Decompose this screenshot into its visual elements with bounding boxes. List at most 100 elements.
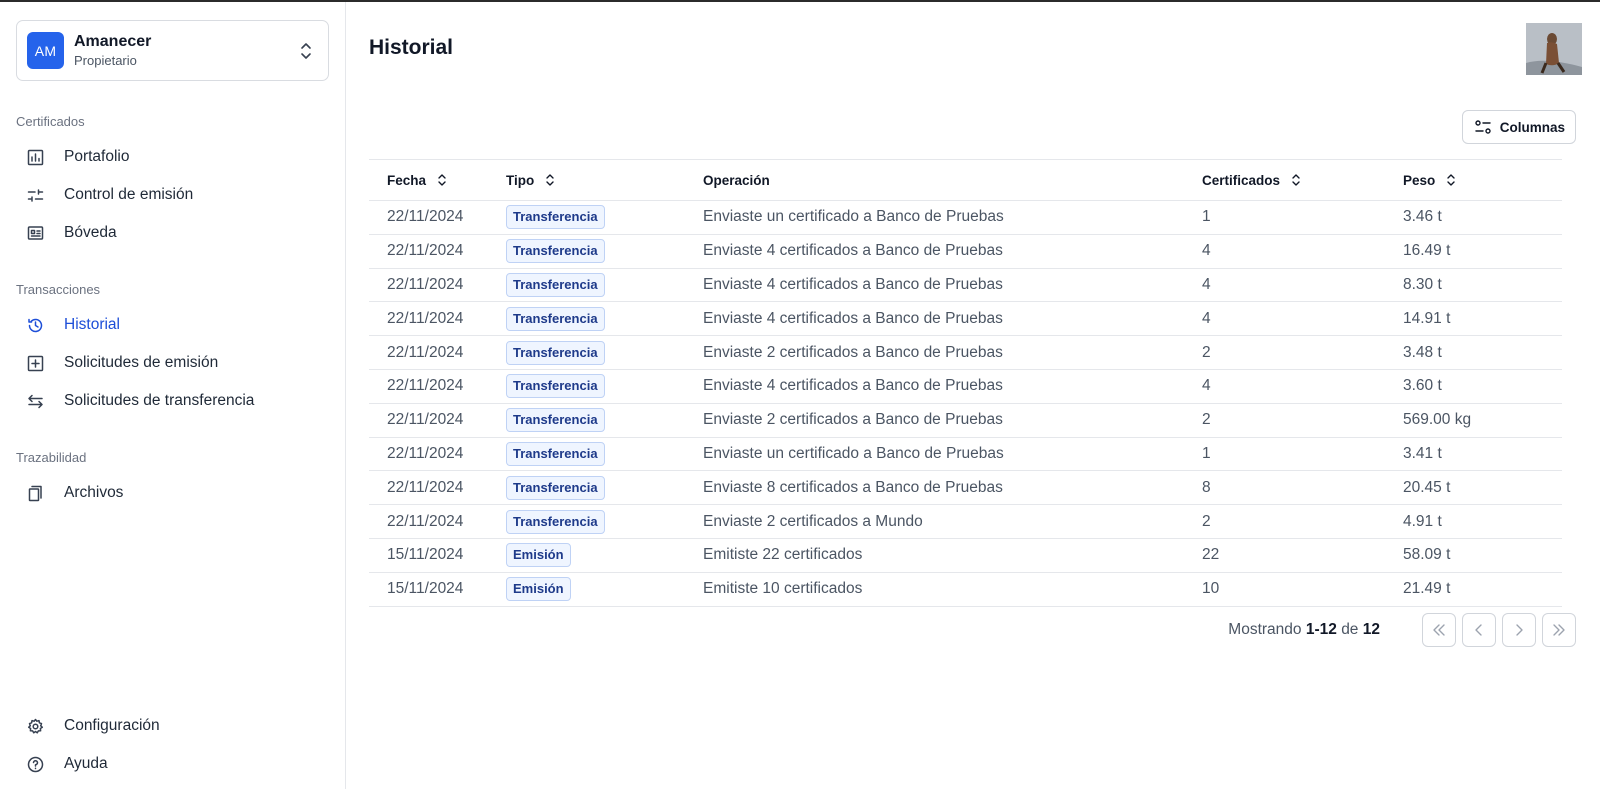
page-title: Historial (369, 36, 454, 59)
cell-certificados: 4 (1202, 377, 1211, 395)
cell-certificados: 4 (1202, 242, 1211, 260)
next-page-button[interactable] (1502, 613, 1536, 647)
last-page-button[interactable] (1542, 613, 1576, 647)
user-avatar[interactable] (1526, 23, 1582, 75)
sidebar-item-boveda[interactable]: Bóveda (16, 214, 329, 252)
type-badge: Transferencia (506, 441, 605, 466)
cell-certificados: 10 (1202, 580, 1220, 598)
cell-certificados: 1 (1202, 208, 1211, 226)
cell-tipo: Transferencia (506, 505, 703, 539)
cell-fecha: 15/11/2024 (387, 580, 464, 598)
cell-peso: 3.60 t (1403, 377, 1442, 395)
cell-fecha: 22/11/2024 (387, 343, 464, 361)
cell-tipo: Transferencia (506, 302, 703, 336)
sidebar-section-title: Transacciones (16, 282, 101, 297)
cell-certificados: 22 (1202, 546, 1220, 564)
cell-operacion: Enviaste 8 certificados a Banco de Prueb… (703, 478, 1003, 496)
cell-operacion: Enviaste 4 certificados a Banco de Prueb… (703, 377, 1003, 395)
type-badge: Emisión (506, 543, 571, 568)
cell-operacion: Enviaste 2 certificados a Banco de Prueb… (703, 411, 1003, 429)
cell-tipo: Emisión (506, 538, 703, 572)
cell-peso: 3.41 t (1403, 444, 1442, 462)
type-badge: Transferencia (506, 306, 605, 331)
sidebar-item-label: Configuración (64, 717, 160, 734)
cell-tipo: Transferencia (506, 268, 703, 302)
sidebar-item-label: Archivos (64, 484, 124, 501)
type-badge: Emisión (506, 577, 571, 602)
type-badge: Transferencia (506, 272, 605, 297)
nav-sections: Certificados Portafolio Control de emisión… (16, 114, 329, 512)
cell-operacion: Enviaste un certificado a Banco de Prueb… (703, 444, 1004, 462)
sidebar-item-archivos[interactable]: Archivos (16, 474, 329, 512)
sidebar-item-label: Control de emisión (64, 186, 194, 203)
sidebar-section-title: Trazabilidad (16, 450, 87, 465)
chevron-left-icon (1475, 624, 1483, 636)
cell-certificados: 2 (1202, 411, 1211, 429)
table-row[interactable]: 15/11/2024 Emisión Emitiste 22 certificado… (369, 538, 1562, 573)
cell-tipo: Transferencia (506, 336, 703, 370)
files-icon (26, 484, 44, 502)
sidebar-item-control-de-emision[interactable]: Control de emisión (16, 176, 329, 214)
cell-certificados: 2 (1202, 343, 1211, 361)
type-badge: Transferencia (506, 475, 605, 500)
table-row[interactable]: 22/11/2024 Transferencia Enviaste 4 certif… (369, 268, 1562, 302)
type-badge: Transferencia (506, 340, 605, 365)
plus-square-icon (26, 354, 44, 372)
header-tipo[interactable]: Tipo (506, 160, 703, 201)
sidebar-bottom: Configuración Ayuda (16, 707, 329, 783)
first-page-button[interactable] (1422, 613, 1456, 647)
sort-icon (545, 173, 555, 187)
sidebar-item-label: Ayuda (64, 755, 108, 772)
cell-certificados: 8 (1202, 478, 1211, 496)
sidebar-item-historial[interactable]: Historial (16, 306, 329, 344)
table-row[interactable]: 22/11/2024 Transferencia Enviaste 4 certif… (369, 302, 1562, 336)
table-row[interactable]: 22/11/2024 Transferencia Enviaste 4 certif… (369, 369, 1562, 404)
cell-fecha: 22/11/2024 (387, 377, 464, 395)
table-row[interactable]: 22/11/2024 Transferencia Enviaste 4 certif… (369, 234, 1562, 269)
cell-peso: 3.46 t (1403, 208, 1442, 226)
sidebar-item-configuracion[interactable]: Configuración (16, 707, 329, 745)
cell-fecha: 15/11/2024 (387, 546, 464, 564)
cell-operacion: Emitiste 10 certificados (703, 580, 863, 598)
history-table: Fecha Tipo Operación Certificados Peso 2… (369, 159, 1562, 607)
columns-button[interactable]: Columnas (1461, 110, 1576, 144)
sidebar-section-title: Certificados (16, 114, 85, 129)
sidebar-item-portafolio[interactable]: Portafolio (16, 138, 329, 176)
sort-icon (1291, 173, 1301, 187)
type-badge: Transferencia (506, 239, 605, 264)
org-switcher[interactable]: AM Amanecer Propietario (16, 20, 329, 81)
cell-tipo: Emisión (506, 572, 703, 606)
cell-peso: 58.09 t (1403, 546, 1451, 564)
arrows-left-right-icon (26, 392, 44, 410)
sidebar-item-label: Historial (64, 316, 120, 333)
table-body: 22/11/2024 Transferencia Enviaste un certi… (369, 201, 1562, 607)
header-certificados[interactable]: Certificados (1202, 160, 1403, 201)
app-root: AM Amanecer Propietario Certificados Port… (0, 2, 1600, 789)
table-row[interactable]: 22/11/2024 Transferencia Enviaste 2 certif… (369, 336, 1562, 370)
table-row[interactable]: 15/11/2024 Emisión Emitiste 10 certificado… (369, 572, 1562, 607)
header-fecha[interactable]: Fecha (369, 160, 506, 201)
cell-certificados: 1 (1202, 444, 1211, 462)
header-peso[interactable]: Peso (1403, 160, 1562, 201)
header-operacion: Operación (703, 172, 770, 188)
chevron-up-down-icon (296, 39, 316, 63)
table-row[interactable]: 22/11/2024 Transferencia Enviaste 2 certif… (369, 505, 1562, 539)
cell-peso: 8.30 t (1403, 275, 1442, 293)
table-row[interactable]: 22/11/2024 Transferencia Enviaste 8 certif… (369, 471, 1562, 505)
table-row[interactable]: 22/11/2024 Transferencia Enviaste un certi… (369, 437, 1562, 471)
sidebar-item-ayuda[interactable]: Ayuda (16, 745, 329, 783)
table-header-row: Fecha Tipo Operación Certificados Peso (369, 159, 1562, 201)
sidebar: AM Amanecer Propietario Certificados Port… (0, 2, 346, 789)
sidebar-item-label: Bóveda (64, 224, 117, 241)
table-row[interactable]: 22/11/2024 Transferencia Enviaste 2 certif… (369, 403, 1562, 438)
cell-fecha: 22/11/2024 (387, 208, 464, 226)
cell-fecha: 22/11/2024 (387, 478, 464, 496)
sidebar-item-solicitudes-de-transferencia[interactable]: Solicitudes de transferencia (16, 382, 329, 420)
table-row[interactable]: 22/11/2024 Transferencia Enviaste un certi… (369, 201, 1562, 235)
cell-peso: 21.49 t (1403, 580, 1451, 598)
sidebar-item-solicitudes-de-emision[interactable]: Solicitudes de emisión (16, 344, 329, 382)
pagination-summary: Mostrando 1-12 de 12 (1228, 621, 1380, 638)
prev-page-button[interactable] (1462, 613, 1496, 647)
cell-certificados: 4 (1202, 309, 1211, 327)
cell-tipo: Transferencia (506, 471, 703, 505)
